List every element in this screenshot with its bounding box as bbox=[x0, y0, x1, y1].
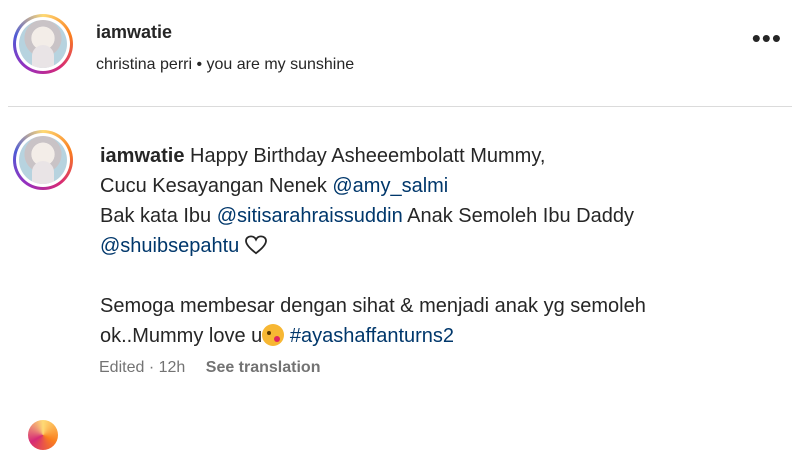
heart-outline-icon bbox=[244, 235, 267, 255]
mention-link[interactable]: @sitisarahraissuddin bbox=[217, 205, 403, 227]
more-options-icon[interactable]: ••• bbox=[752, 25, 782, 51]
music-attribution[interactable]: christina perri • you are my sunshine bbox=[96, 56, 354, 74]
post-username[interactable]: iamwatie bbox=[96, 22, 172, 43]
mention-link[interactable]: @shuibsepahtu bbox=[100, 235, 239, 257]
mention-link[interactable]: @amy_salmi bbox=[332, 175, 448, 197]
face-blowing-kiss-icon bbox=[262, 324, 285, 346]
profile-avatar[interactable] bbox=[13, 14, 73, 74]
comment-line-3-end: Anak Semoleh Ibu Daddy bbox=[402, 205, 634, 227]
see-translation-button[interactable]: See translation bbox=[206, 359, 321, 376]
avatar-image bbox=[19, 20, 67, 68]
comment-text: iamwatie Happy Birthday Asheeembolatt Mu… bbox=[100, 141, 760, 351]
comment-username[interactable]: iamwatie bbox=[100, 145, 184, 167]
comment-line-1: Happy Birthday Asheeembolatt Mummy, bbox=[190, 145, 546, 167]
comment-meta: Edited · 12h See translation bbox=[99, 359, 321, 376]
comment-avatar[interactable] bbox=[13, 130, 73, 190]
avatar-image bbox=[19, 136, 67, 184]
caption-comment: iamwatie Happy Birthday Asheeembolatt Mu… bbox=[0, 107, 800, 407]
comment-line-2: Cucu Kesayangan Nenek bbox=[100, 175, 333, 197]
hashtag-link[interactable]: #ayashaffanturns2 bbox=[290, 325, 454, 347]
comment-line-5: Semoga membesar dengan sihat & menjadi a… bbox=[100, 295, 646, 317]
timestamp[interactable]: 12h bbox=[159, 359, 186, 376]
comment-line-3: Bak kata Ibu bbox=[100, 205, 217, 227]
next-comment-avatar[interactable] bbox=[28, 420, 58, 450]
post-header: iamwatie christina perri • you are my su… bbox=[0, 0, 800, 106]
comment-line-6: ok..Mummy love u bbox=[100, 325, 263, 347]
edited-label: Edited bbox=[99, 359, 145, 376]
